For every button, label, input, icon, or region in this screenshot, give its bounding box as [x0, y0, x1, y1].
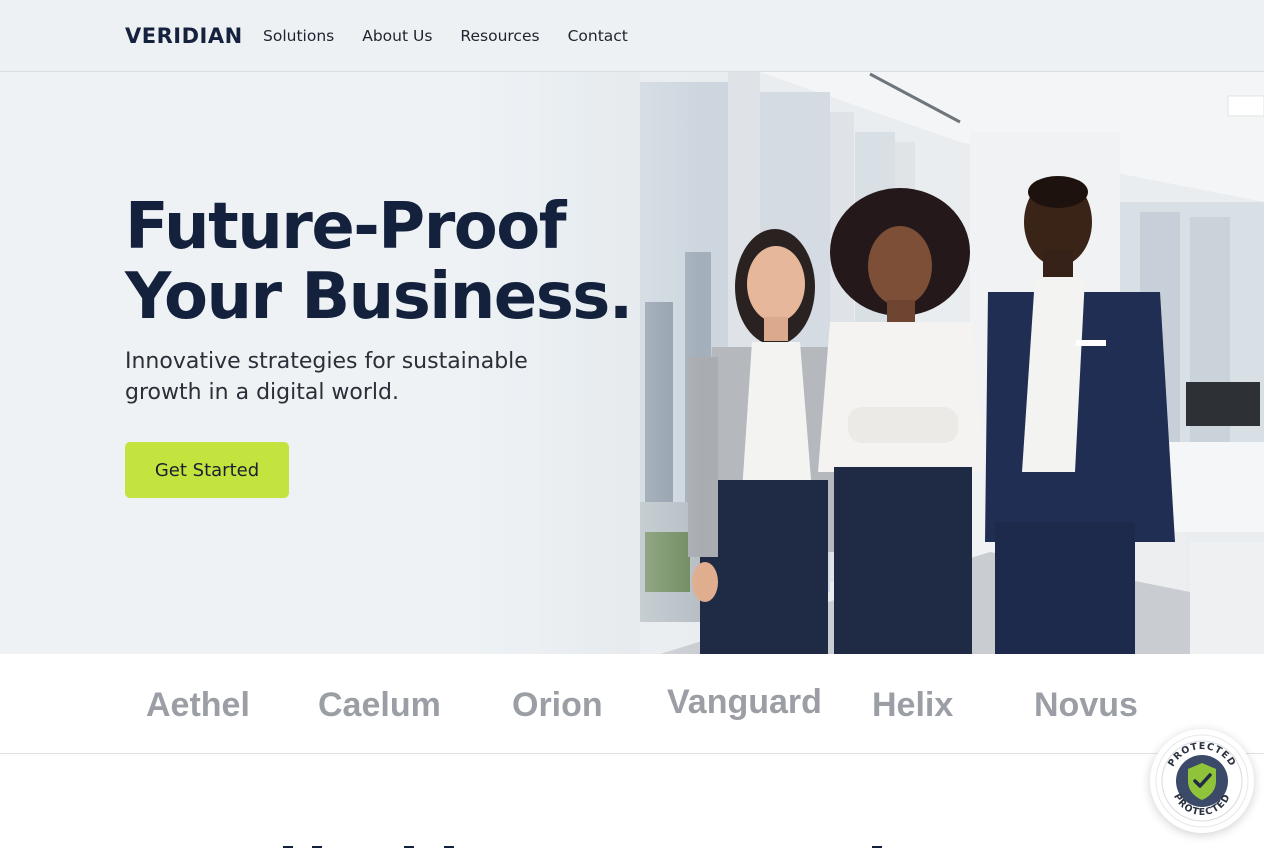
- nav-link-solutions[interactable]: Solutions: [263, 25, 334, 47]
- top-nav: VERIDIAN Solutions About Us Resources Co…: [0, 0, 1264, 72]
- hero-subtitle-line-1: Innovative strategies for sustainable: [125, 349, 528, 374]
- nav-link-contact[interactable]: Contact: [568, 25, 628, 47]
- cropped-heading-glyphs: [283, 846, 882, 848]
- partner-logo-vanguard: Vanguard: [667, 683, 822, 721]
- hero-subtitle: Innovative strategies for sustainable gr…: [125, 346, 545, 408]
- logo-text: VERIDIAN: [125, 24, 243, 48]
- shield-check-icon: PROTECTED PROTECTED: [1155, 734, 1249, 828]
- veridian-logo[interactable]: VERIDIAN: [125, 22, 243, 50]
- partner-logo-strip: Aethel Caelum Orion Vanguard Helix Novus: [0, 654, 1264, 754]
- partner-logo-orion: Orion: [512, 686, 603, 724]
- nav-link-about-us[interactable]: About Us: [362, 25, 432, 47]
- get-started-button[interactable]: Get Started: [125, 442, 289, 498]
- nav-link-resources[interactable]: Resources: [460, 25, 539, 47]
- hero-subtitle-line-2: growth in a digital world.: [125, 380, 400, 405]
- nav-links: Solutions About Us Resources Contact: [263, 25, 656, 47]
- hero-section: Future-Proof Your Business. Innovative s…: [0, 72, 1264, 654]
- protected-badge[interactable]: PROTECTED PROTECTED: [1150, 729, 1254, 833]
- hero-title-line-2: Your Business.: [125, 260, 633, 334]
- hero-title: Future-Proof Your Business.: [125, 192, 645, 332]
- logo-letter-v: V: [125, 24, 142, 48]
- hero-title-line-1: Future-Proof: [125, 190, 567, 264]
- partner-logo-caelum: Caelum: [318, 686, 441, 724]
- partner-logo-novus: Novus: [1034, 686, 1138, 724]
- partner-logo-aethel: Aethel: [146, 686, 250, 724]
- next-section-heading-cropped: [0, 826, 1264, 848]
- partner-logo-helix: Helix: [872, 686, 954, 724]
